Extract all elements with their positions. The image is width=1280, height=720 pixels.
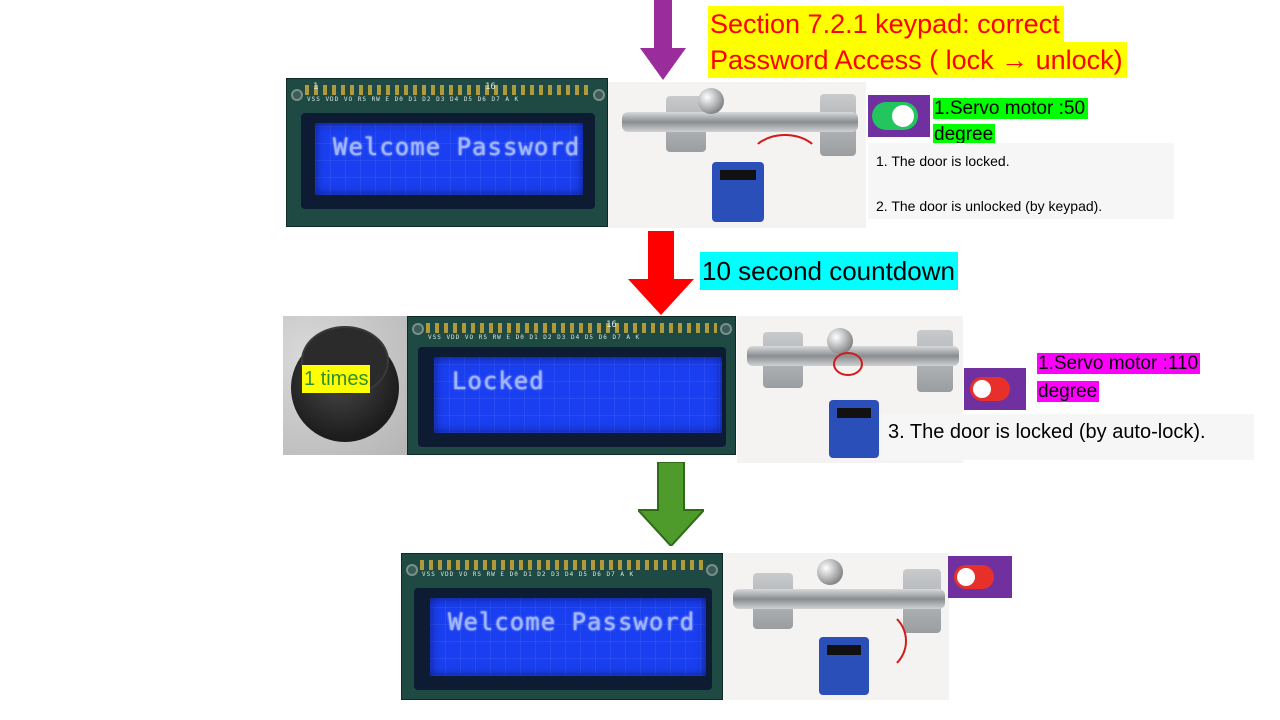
lcd-pin-labels: VSS VDD VO RS RW E D0 D1 D2 D3 D4 D5 D6 … [307, 96, 520, 103]
lcd-display-step2: 16 VSS VDD VO RS RW E D0 D1 D2 D3 D4 D5 … [407, 316, 736, 455]
servo-label-line-1: 1.Servo motor :110 [1037, 353, 1201, 374]
toggle-knob [973, 380, 991, 398]
lcd-display-step3: VSS VDD VO RS RW E D0 D1 D2 D3 D4 D5 D6 … [401, 553, 723, 700]
lcd-display-step1: 1 16 VSS VDD VO RS RW E D0 D1 D2 D3 D4 D… [286, 78, 608, 227]
servo-label-line-2: degree [1037, 381, 1100, 402]
lcd-screen: Locked [434, 357, 722, 433]
countdown-label: 10 second countdown [700, 252, 958, 290]
lcd-pin-labels: VSS VDD VO RS RW E D0 D1 D2 D3 D4 D5 D6 … [428, 334, 641, 341]
door-status-note-3: 3. The door is locked (by auto-lock). [880, 414, 1254, 460]
servo-label-step2: 1.Servo motor :110 degree [1037, 350, 1201, 406]
lcd-text: Welcome Password [448, 608, 696, 636]
arrow-down-green [638, 462, 704, 546]
door-status-notes-step1: 1. The door is locked. 2. The door is un… [868, 143, 1174, 219]
toggle-box-step1 [868, 95, 930, 137]
toggle-box-step3 [948, 556, 1012, 598]
lcd-text: Welcome Password [333, 133, 581, 161]
servo-label-line-1: 1.Servo motor :50 [933, 98, 1089, 119]
toggle-knob [892, 105, 914, 127]
lcd-pin-labels: VSS VDD VO RS RW E D0 D1 D2 D3 D4 D5 D6 … [422, 571, 635, 578]
lcd-screen: Welcome Password [315, 123, 583, 195]
title-line-1: Section 7.2.1 keypad: correct [708, 6, 1064, 42]
title-line-2: Password Access ( lock → unlock) [708, 42, 1127, 78]
lcd-pin-number-first: 1 [313, 82, 319, 92]
arrow-down-red [628, 231, 694, 315]
servo-label-line-2: degree [933, 124, 996, 145]
toggle-knob [957, 568, 975, 586]
servo-label-step1: 1.Servo motor :50 degree [933, 96, 1089, 148]
door-lock-photo-step1 [608, 82, 866, 228]
door-status-note-2: 2. The door is unlocked (by keypad). [876, 198, 1103, 214]
arrow-down-purple [640, 0, 686, 80]
lcd-text: Locked [452, 367, 545, 395]
lcd-pin-number-last: 16 [485, 82, 496, 92]
lcd-pin-number-last: 16 [606, 320, 617, 330]
door-status-note-1: 1. The door is locked. [876, 153, 1010, 169]
door-lock-photo-step3 [723, 553, 949, 700]
toggle-box-step2 [964, 368, 1026, 410]
lcd-screen: Welcome Password [430, 598, 706, 676]
buzzer-count-label: 1 times [302, 365, 371, 393]
section-title: Section 7.2.1 keypad: correct Password A… [708, 6, 1127, 78]
